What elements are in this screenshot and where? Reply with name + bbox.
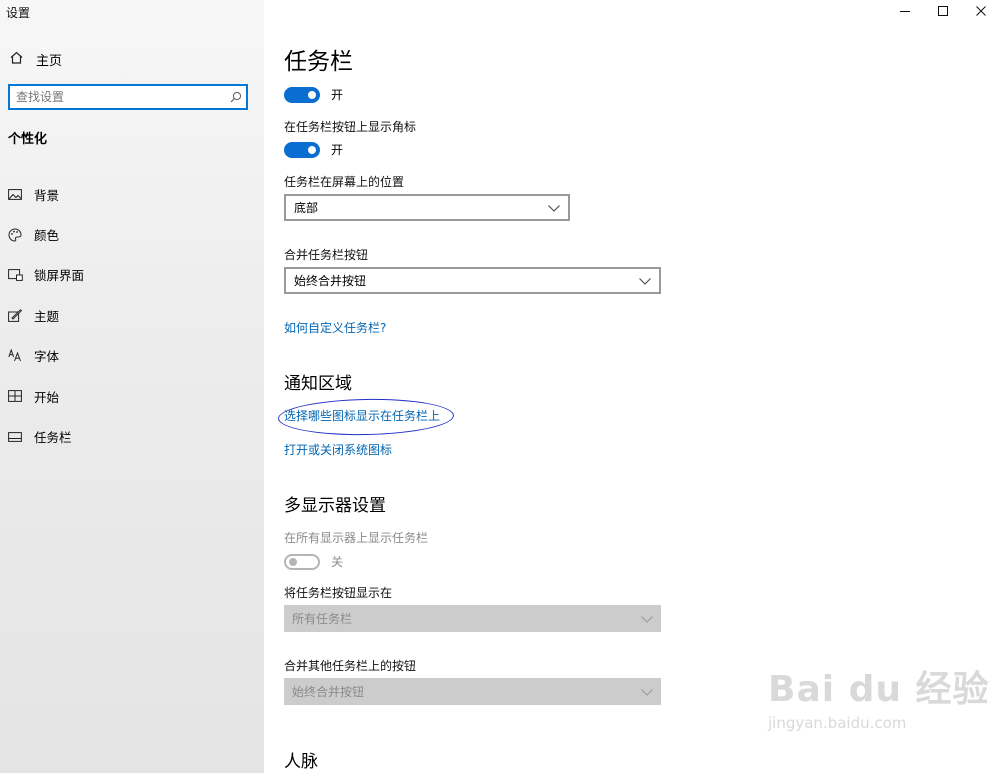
position-select[interactable]: 底部 bbox=[284, 194, 570, 221]
picture-icon bbox=[7, 188, 23, 200]
page-title: 任务栏 bbox=[284, 49, 353, 75]
search-box[interactable] bbox=[8, 84, 248, 110]
multi-combine-select[interactable]: 始终合并按钮 bbox=[284, 678, 661, 705]
multi-buttons-select[interactable]: 所有任务栏 bbox=[284, 605, 661, 632]
toggle-state-label: 开 bbox=[331, 88, 344, 102]
sidebar-item-label: 任务栏 bbox=[34, 430, 72, 446]
select-value: 所有任务栏 bbox=[292, 612, 353, 626]
sidebar-item-home[interactable]: 主页 bbox=[0, 46, 264, 72]
multi-combine-label: 合并其他任务栏上的按钮 bbox=[284, 659, 417, 673]
multi-buttons-label: 将任务栏按钮显示在 bbox=[284, 586, 393, 600]
sidebar-item-fonts[interactable]: 字体 bbox=[0, 336, 264, 376]
sidebar-item-taskbar[interactable]: 任务栏 bbox=[0, 416, 264, 456]
combine-label: 合并任务栏按钮 bbox=[284, 248, 369, 262]
chevron-down-icon bbox=[641, 612, 653, 626]
select-value: 始终合并按钮 bbox=[292, 685, 365, 699]
start-tiles-icon bbox=[7, 390, 23, 403]
sidebar-item-label: 开始 bbox=[34, 389, 60, 405]
select-taskbar-icons-link[interactable]: 选择哪些图标显示在任务栏上 bbox=[284, 407, 440, 424]
multi-display-toggle[interactable] bbox=[284, 553, 320, 570]
badge-setting-label: 在任务栏按钮上显示角标 bbox=[284, 120, 417, 134]
home-icon bbox=[8, 51, 24, 68]
customize-taskbar-link[interactable]: 如何自定义任务栏? bbox=[284, 319, 386, 336]
taskbar-top-toggle-row: 开 bbox=[284, 86, 343, 103]
position-label: 任务栏在屏幕上的位置 bbox=[284, 175, 405, 189]
system-icons-link[interactable]: 打开或关闭系统图标 bbox=[284, 441, 392, 458]
section-label: 个性化 bbox=[8, 132, 48, 147]
app-title: 设置 bbox=[6, 6, 31, 20]
search-input[interactable] bbox=[10, 90, 226, 104]
sidebar-nav: 背景 颜色 锁屏界面 主题 字体 开始 任务栏 bbox=[0, 174, 264, 457]
search-icon[interactable] bbox=[226, 91, 246, 103]
badge-toggle[interactable] bbox=[284, 141, 320, 158]
chevron-down-icon bbox=[641, 685, 653, 699]
taskbar-top-toggle[interactable] bbox=[284, 86, 320, 103]
sidebar-item-label: 主页 bbox=[36, 53, 63, 69]
sidebar-item-label: 颜色 bbox=[34, 228, 60, 244]
watermark-url: jingyan.baidu.com bbox=[768, 714, 907, 732]
taskbar-icon bbox=[7, 431, 23, 442]
chevron-down-icon bbox=[639, 274, 651, 288]
sidebar-item-lockscreen[interactable]: 锁屏界面 bbox=[0, 255, 264, 295]
watermark-logo: Bai du 经验 bbox=[768, 669, 990, 710]
sidebar-item-colors[interactable]: 颜色 bbox=[0, 214, 264, 254]
palette-icon bbox=[7, 228, 23, 242]
multi-display-heading: 多显示器设置 bbox=[284, 496, 386, 516]
chevron-down-icon bbox=[548, 201, 560, 215]
toggle-state-label: 开 bbox=[331, 143, 344, 157]
main-content: 任务栏 开 在任务栏按钮上显示角标 开 任务栏在屏幕上的位置 底部 合并任务栏按… bbox=[277, 0, 1000, 773]
sidebar-item-label: 背景 bbox=[34, 187, 60, 203]
toggle-state-label: 关 bbox=[331, 555, 344, 569]
sidebar-item-themes[interactable]: 主题 bbox=[0, 295, 264, 335]
sidebar-item-label: 字体 bbox=[34, 349, 60, 365]
sidebar: 设置 主页 个性化 背景 颜色 锁屏界面 bbox=[0, 0, 264, 773]
combine-select[interactable]: 始终合并按钮 bbox=[284, 267, 661, 294]
sidebar-item-start[interactable]: 开始 bbox=[0, 376, 264, 416]
lock-screen-icon bbox=[7, 269, 23, 281]
select-value: 底部 bbox=[294, 201, 319, 215]
notification-area-heading: 通知区域 bbox=[284, 374, 352, 394]
sidebar-item-label: 主题 bbox=[34, 308, 60, 324]
font-icon bbox=[7, 349, 23, 362]
baidu-watermark: Bai du 经验 jingyan.baidu.com bbox=[768, 660, 990, 732]
people-heading: 人脉 bbox=[284, 752, 318, 772]
multi-toggle-row: 关 bbox=[284, 553, 343, 570]
multi-show-label: 在所有显示器上显示任务栏 bbox=[284, 531, 429, 545]
select-value: 始终合并按钮 bbox=[294, 274, 367, 288]
sidebar-item-background[interactable]: 背景 bbox=[0, 174, 264, 214]
badge-toggle-row: 开 bbox=[284, 141, 343, 158]
sidebar-item-label: 锁屏界面 bbox=[34, 268, 85, 284]
theme-brush-icon bbox=[7, 308, 23, 322]
